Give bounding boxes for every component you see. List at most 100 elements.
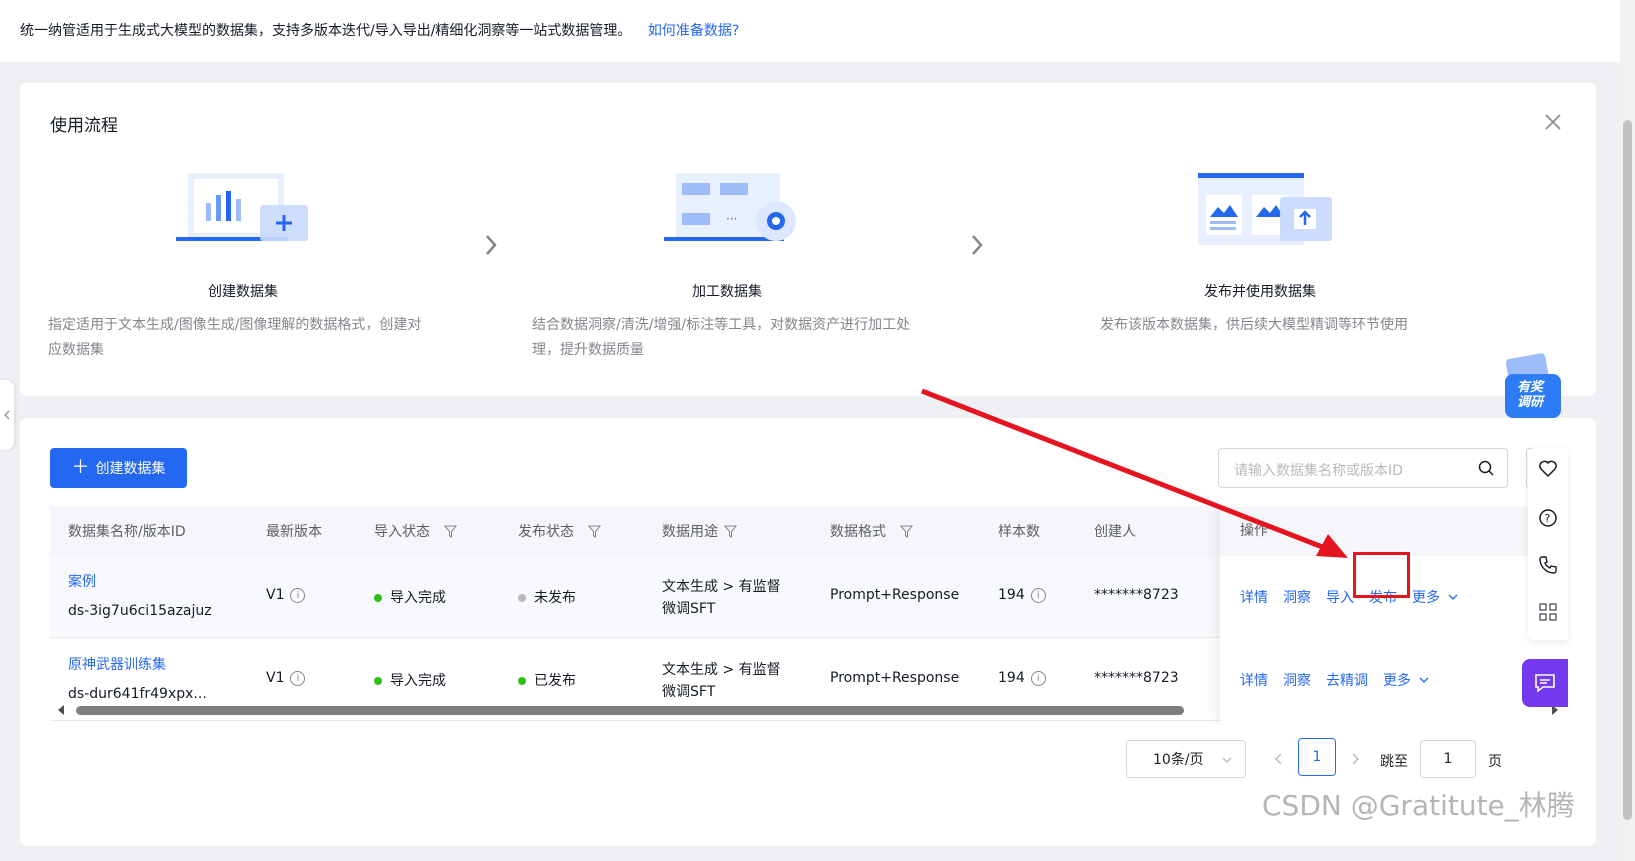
search-icon[interactable] — [1477, 459, 1495, 477]
dataset-version-id: ds-dur641fr49xpx... — [68, 686, 207, 702]
jump-label: 跳至 — [1380, 754, 1408, 770]
import-action[interactable]: 导入 — [1326, 587, 1354, 607]
more-action[interactable]: 更多 — [1412, 587, 1440, 607]
next-page-button[interactable] — [1336, 740, 1374, 778]
data-usage: 文本生成 > 有监督 微调SFT — [662, 576, 781, 620]
info-icon[interactable]: i — [1030, 587, 1046, 603]
survey-line2: 调研 — [1517, 395, 1544, 410]
operations-column: 操作 详情 洞察 导入 发布 更多 详情 洞察 去精调 更多 — [1220, 506, 1566, 724]
latest-version: V1 i — [266, 587, 306, 603]
page-number-current[interactable]: 1 — [1298, 738, 1336, 776]
horizontal-scrollbar[interactable] — [50, 702, 1566, 718]
column-header-samples: 样本数 — [998, 524, 1040, 540]
chevron-down-icon[interactable] — [1447, 591, 1459, 603]
plus-icon: ＋ — [71, 457, 90, 478]
page-size-value: 10条/页 — [1153, 752, 1204, 768]
filter-icon[interactable] — [588, 525, 601, 538]
info-icon[interactable]: i — [290, 670, 306, 686]
data-format: Prompt+Response — [830, 670, 960, 686]
finetune-action[interactable]: 去精调 — [1326, 670, 1368, 690]
usage-line1: 文本生成 > 有监督 — [662, 662, 781, 678]
column-header-label: 发布状态 — [518, 524, 574, 540]
grid-icon[interactable] — [1537, 601, 1559, 623]
usage-line1: 文本生成 > 有监督 — [662, 579, 781, 595]
dataset-version-id: ds-3ig7u6ci15azajuz — [68, 603, 212, 619]
page-unit-label: 页 — [1488, 754, 1502, 770]
info-icon[interactable]: i — [290, 587, 306, 603]
chevron-right-icon — [486, 235, 497, 255]
column-header-version: 最新版本 — [266, 524, 322, 540]
data-usage: 文本生成 > 有监督 微调SFT — [662, 659, 781, 703]
scroll-left-icon[interactable] — [56, 705, 66, 715]
detail-action[interactable]: 详情 — [1240, 670, 1268, 690]
import-status-text: 导入完成 — [390, 673, 446, 689]
help-icon[interactable]: ? — [1537, 507, 1559, 529]
scrollbar-thumb[interactable] — [76, 706, 1184, 715]
page-size-select[interactable]: 10条/页 — [1126, 740, 1246, 778]
watermark: CSDN @Gratitute_林腾 — [1262, 789, 1575, 822]
status-dot — [374, 594, 382, 602]
flow-step-name: 创建数据集 — [208, 284, 278, 300]
column-header-operations: 操作 — [1220, 506, 1566, 556]
status-dot — [374, 677, 382, 685]
publish-status: 已发布 — [518, 670, 576, 690]
jump-page-input[interactable]: 1 — [1420, 740, 1476, 778]
intro-text: 统一纳管适用于生成式大模型的数据集，支持多版本迭代/导入导出/精细化洞察等一站式… — [20, 20, 739, 40]
phone-icon[interactable] — [1537, 554, 1559, 576]
flow-step-desc-line2: 理，提升数据质量 — [532, 342, 644, 358]
flow-step-desc: 发布该版本数据集，供后续大模型精调等环节使用 — [1100, 313, 1500, 338]
process-illustration-icon: ··· — [664, 173, 796, 241]
import-status: 导入完成 — [374, 670, 446, 690]
svg-text:?: ? — [1545, 512, 1551, 525]
close-icon[interactable] — [1542, 111, 1564, 133]
flow-step-desc-line1: 结合数据洞察/清洗/增强/标注等工具，对数据资产进行加工处 — [532, 317, 911, 333]
detail-action[interactable]: 详情 — [1240, 587, 1268, 607]
column-header-creator: 创建人 — [1094, 524, 1136, 540]
filter-icon[interactable] — [724, 525, 737, 538]
survey-text: 有奖 调研 — [1517, 380, 1543, 410]
publish-status: 未发布 — [518, 587, 576, 607]
search-input[interactable]: 请输入数据集名称或版本ID — [1218, 448, 1508, 488]
column-header-publish-status: 发布状态 — [518, 506, 601, 556]
scrollbar-thumb[interactable] — [1623, 120, 1632, 820]
publish-status-text: 已发布 — [534, 673, 576, 689]
dataset-table: 数据集名称/版本ID 最新版本 导入状态 发布状态 数据用途 数据格式 样本数 … — [50, 506, 1566, 724]
import-status-text: 导入完成 — [390, 590, 446, 606]
row-actions: 详情 洞察 去精调 更多 — [1240, 670, 1430, 690]
prev-page-button[interactable] — [1260, 740, 1298, 778]
version-label: V1 — [266, 670, 285, 686]
status-dot — [518, 677, 526, 685]
survey-line1: 有奖 — [1517, 380, 1544, 395]
latest-version: V1 i — [266, 670, 306, 686]
help-link[interactable]: 如何准备数据? — [648, 23, 739, 39]
insight-action[interactable]: 洞察 — [1283, 587, 1311, 607]
create-dataset-button[interactable]: ＋ 创建数据集 — [50, 448, 187, 488]
chevron-left-icon — [4, 410, 10, 420]
flow-step-desc-line1: 发布该版本数据集，供后续大模型精调等环节使用 — [1100, 317, 1408, 333]
sample-count: 194 i — [998, 670, 1046, 686]
usage-line2: 微调SFT — [662, 684, 716, 700]
insight-action[interactable]: 洞察 — [1283, 670, 1311, 690]
sidebar-collapse-tab[interactable] — [0, 380, 14, 450]
chevron-down-icon[interactable] — [1418, 674, 1430, 686]
dataset-name-link[interactable]: 原神武器训练集 — [68, 654, 166, 674]
flow-step-name: 发布并使用数据集 — [1204, 284, 1316, 300]
info-icon[interactable]: i — [1030, 670, 1046, 686]
flow-step-desc: 指定适用于文本生成/图像生成/图像理解的数据格式，创建对 应数据集 — [48, 313, 448, 363]
survey-badge[interactable]: 有奖 调研 — [1503, 352, 1565, 422]
flow-title: 使用流程 — [50, 116, 118, 136]
data-format: Prompt+Response — [830, 587, 960, 603]
dataset-name-link[interactable]: 案例 — [68, 571, 96, 591]
chevron-left-icon — [1274, 753, 1282, 765]
intro-description: 统一纳管适用于生成式大模型的数据集，支持多版本迭代/导入导出/精细化洞察等一站式… — [20, 23, 632, 39]
vertical-scrollbar[interactable] — [1620, 0, 1635, 861]
chat-button[interactable] — [1522, 659, 1568, 707]
heart-icon[interactable] — [1537, 458, 1559, 480]
publish-illustration-icon — [1198, 173, 1332, 245]
more-action[interactable]: 更多 — [1383, 670, 1411, 690]
filter-icon[interactable] — [444, 525, 457, 538]
status-dot — [518, 594, 526, 602]
column-header-usage: 数据用途 — [662, 506, 737, 556]
filter-icon[interactable] — [900, 525, 913, 538]
column-header-import-status: 导入状态 — [374, 506, 457, 556]
